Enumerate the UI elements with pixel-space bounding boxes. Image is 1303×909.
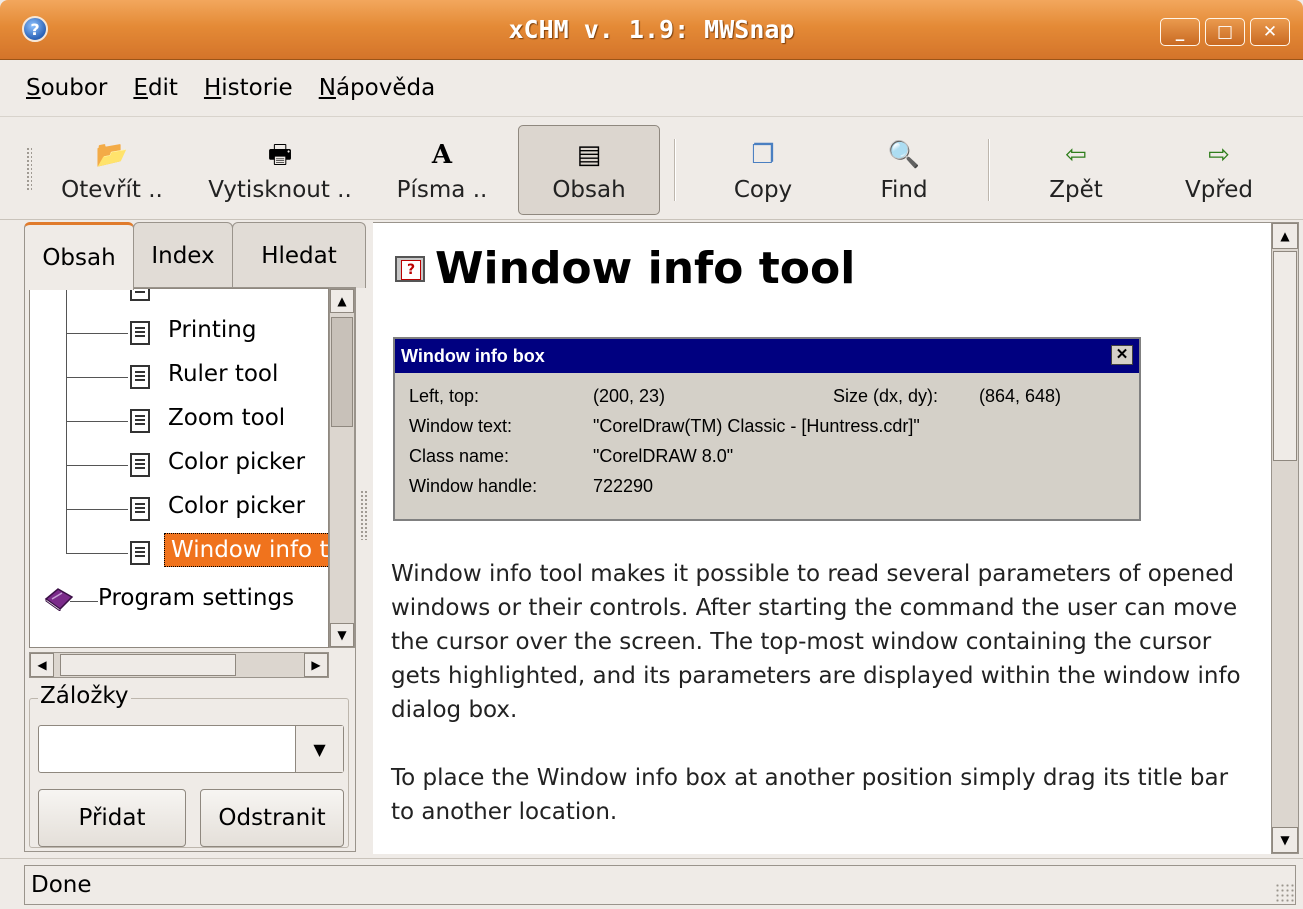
- chevron-down-icon[interactable]: ▼: [295, 726, 343, 772]
- add-bookmark-button[interactable]: Přidat: [38, 789, 186, 847]
- tree-item[interactable]: Ruler tool: [30, 355, 328, 399]
- scroll-thumb[interactable]: [60, 654, 236, 676]
- close-window-button[interactable]: ✕: [1250, 18, 1290, 46]
- find-button[interactable]: 🔍 Find: [856, 125, 952, 215]
- title-bar[interactable]: ? xCHM v. 1.9: MWSnap _ □ ✕: [0, 0, 1303, 60]
- contents-panel-icon: ▤: [576, 140, 602, 170]
- tree-item-partial[interactable]: [30, 289, 328, 311]
- content-vertical-scrollbar[interactable]: ▲ ▼: [1271, 222, 1299, 854]
- menu-historie[interactable]: Historie: [204, 75, 293, 101]
- document-icon: [130, 365, 150, 389]
- book-icon: [44, 588, 74, 611]
- arrow-right-icon: ⇨: [1208, 140, 1230, 170]
- status-bar: Done: [0, 858, 1303, 909]
- infobox-titlebar: Window info box ✕: [395, 339, 1139, 373]
- document-icon: [130, 497, 150, 521]
- window-info-box-image: Window info box ✕ Left, top: (200, 23) S…: [393, 337, 1141, 521]
- scroll-left-arrow-icon[interactable]: ◀: [30, 653, 54, 677]
- infobox-row: Window text: "CorelDraw(TM) Classic - [H…: [409, 416, 920, 436]
- scroll-thumb[interactable]: [331, 317, 353, 427]
- toolbar-grip[interactable]: [26, 147, 32, 191]
- copy-icon: ❐: [751, 140, 775, 170]
- remove-bookmark-button[interactable]: Odstranit: [200, 789, 344, 847]
- tab-index[interactable]: Index: [133, 222, 233, 288]
- scroll-up-arrow-icon[interactable]: ▲: [1272, 223, 1298, 249]
- status-text: Done: [24, 865, 1296, 905]
- toolbar-separator: [674, 139, 676, 201]
- minimize-button[interactable]: _: [1160, 18, 1200, 46]
- document-icon: [130, 409, 150, 433]
- toolbar: 📂 Otevřít .. 🖶 Vytisknout .. A Písma .. …: [0, 116, 1303, 220]
- content-paragraph: To place the Window info box at another …: [391, 765, 1229, 825]
- pane-resize-handle[interactable]: [360, 490, 368, 540]
- folder-open-icon: 📂: [95, 140, 129, 170]
- infobox-row: Window handle: 722290: [409, 476, 654, 496]
- maximize-button[interactable]: □: [1205, 18, 1245, 46]
- document-icon: [130, 321, 150, 345]
- content-view[interactable]: Window info tool Window info box ✕ Left,…: [373, 222, 1271, 854]
- tab-search[interactable]: Hledat: [232, 222, 366, 288]
- tree-horizontal-scrollbar[interactable]: ◀ ▶: [29, 652, 329, 678]
- copy-button[interactable]: ❐ Copy: [710, 125, 816, 215]
- scroll-right-arrow-icon[interactable]: ▶: [304, 653, 328, 677]
- tree-item[interactable]: Printing: [30, 311, 328, 355]
- infobox-row: Left, top: (200, 23) Size (dx, dy): (864…: [409, 386, 1062, 406]
- tree-item-program-settings[interactable]: Program settings: [30, 579, 328, 623]
- help-page-icon: [395, 255, 425, 282]
- fonts-button[interactable]: A Písma ..: [386, 125, 498, 215]
- content-paragraph: Window info tool makes it possible to re…: [391, 561, 1241, 723]
- bookmarks-label: Záložky: [38, 683, 131, 709]
- tab-contents[interactable]: Obsah: [24, 222, 134, 290]
- arrow-left-icon: ⇦: [1065, 140, 1087, 170]
- tree-item[interactable]: Color picker: [30, 443, 328, 487]
- tree-item[interactable]: Color picker: [30, 487, 328, 531]
- tree-item-selected[interactable]: Window info tool: [30, 531, 328, 575]
- open-button[interactable]: 📂 Otevřít ..: [54, 125, 170, 215]
- infobox-row: Class name: "CorelDRAW 8.0": [409, 446, 734, 466]
- tree-vertical-scrollbar[interactable]: ▲ ▼: [329, 288, 355, 648]
- menu-edit[interactable]: Edit: [133, 75, 178, 101]
- scroll-down-arrow-icon[interactable]: ▼: [1272, 827, 1298, 853]
- menu-napoveda[interactable]: Nápověda: [319, 75, 435, 101]
- window-title: xCHM v. 1.9: MWSnap: [508, 15, 795, 44]
- resize-grip-icon[interactable]: [1275, 883, 1295, 903]
- bookmarks-combo[interactable]: ▼: [38, 725, 344, 773]
- tree-item[interactable]: Zoom tool: [30, 399, 328, 443]
- scroll-up-arrow-icon[interactable]: ▲: [330, 289, 354, 313]
- close-icon: ✕: [1111, 345, 1133, 365]
- forward-button[interactable]: ⇨ Vpřed: [1164, 125, 1274, 215]
- contents-tree[interactable]: Printing Ruler tool Zoom tool Color pick…: [29, 288, 329, 648]
- printer-icon: 🖶: [267, 140, 293, 170]
- sidebar-panel: Printing Ruler tool Zoom tool Color pick…: [24, 287, 356, 852]
- print-button[interactable]: 🖶 Vytisknout ..: [196, 125, 364, 215]
- contents-toggle-button[interactable]: ▤ Obsah: [518, 125, 660, 215]
- back-button[interactable]: ⇦ Zpět: [1024, 125, 1128, 215]
- scroll-thumb[interactable]: [1273, 251, 1297, 461]
- document-icon: [130, 541, 150, 565]
- page-title: Window info tool: [395, 243, 855, 294]
- magnifier-icon: 🔍: [887, 140, 921, 170]
- document-icon: [130, 453, 150, 477]
- menu-soubor[interactable]: Soubor: [26, 75, 107, 101]
- menu-bar: Soubor Edit Historie Nápověda: [0, 61, 1303, 115]
- font-icon: A: [431, 140, 453, 170]
- bookmarks-frame: Záložky ▼ Přidat Odstranit: [29, 683, 349, 848]
- toolbar-separator: [988, 139, 990, 201]
- scroll-down-arrow-icon[interactable]: ▼: [330, 623, 354, 647]
